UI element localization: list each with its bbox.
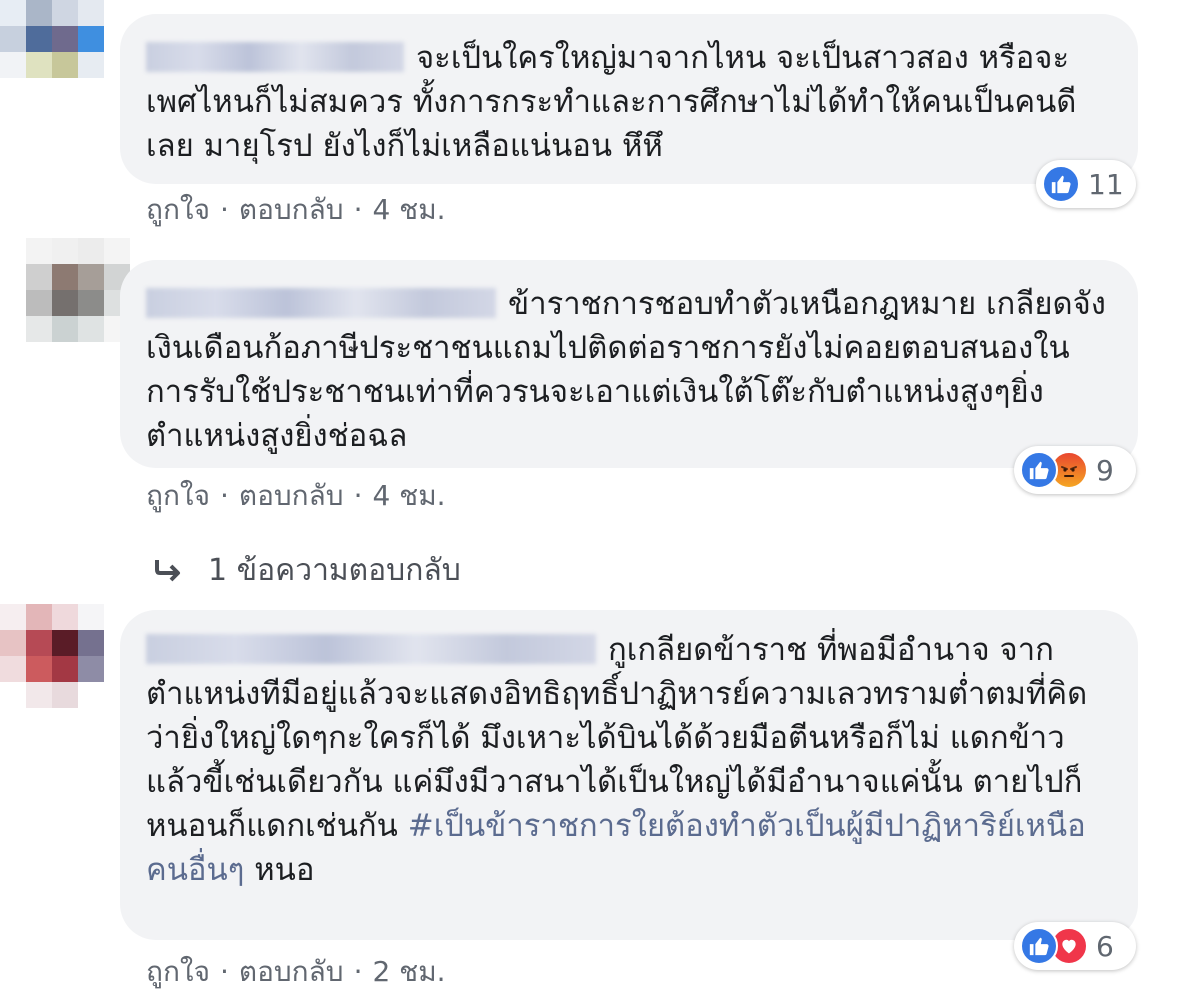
reply-link[interactable]: ตอบกลับ [239,955,344,988]
avatar[interactable] [26,238,130,342]
like-icon [1020,927,1058,965]
comment-thread: จะเป็นใครใหญ่มาจากไหน จะเป็นสาวสอง หรือจ… [0,0,1200,995]
reply-link[interactable]: ตอบกลับ [239,479,344,512]
reply-link[interactable]: ตอบกลับ [239,193,344,226]
like-icon [1042,165,1080,203]
reaction-count: 11 [1088,167,1124,201]
like-link[interactable]: ถูกใจ [146,193,210,226]
comment-actions: ถูกใจ · ตอบกลับ · 4 ชม. [146,193,446,226]
commenter-name[interactable] [146,42,404,72]
comment-actions: ถูกใจ · ตอบกลับ · 4 ชม. [146,479,446,512]
comment-bubble: จะเป็นใครใหญ่มาจากไหน จะเป็นสาวสอง หรือจ… [120,14,1138,184]
replies-count-label: 1 ข้อความตอบกลับ [208,553,461,588]
commenter-name[interactable] [146,634,596,664]
commenter-name[interactable] [146,288,496,318]
timestamp[interactable]: 4 ชม. [372,479,445,512]
avatar[interactable] [0,0,104,104]
comment-actions: ถูกใจ · ตอบกลับ · 2 ชม. [146,955,446,988]
comment-text-tail: หนอ [254,852,315,888]
timestamp[interactable]: 2 ชม. [372,955,445,988]
reaction-summary[interactable]: 6 [1014,922,1136,970]
like-link[interactable]: ถูกใจ [146,955,210,988]
reply-arrow-icon [155,559,180,581]
view-replies-link[interactable]: 1 ข้อความตอบกลับ [152,547,461,594]
comment-bubble: กูเกลียดข้าราช ที่พอมีอำนาจ จากตำแหน่งที… [120,610,1138,940]
avatar[interactable] [0,604,104,708]
reaction-summary[interactable]: 9 [1014,446,1136,494]
comment-bubble: ข้าราชการชอบทำตัวเหนือกฎหมาย เกลียดจังเง… [120,260,1138,468]
reaction-count: 9 [1096,453,1114,487]
like-link[interactable]: ถูกใจ [146,479,210,512]
reaction-summary[interactable]: 11 [1036,160,1136,208]
like-icon [1020,451,1058,489]
reaction-count: 6 [1096,929,1114,963]
timestamp[interactable]: 4 ชม. [372,193,445,226]
